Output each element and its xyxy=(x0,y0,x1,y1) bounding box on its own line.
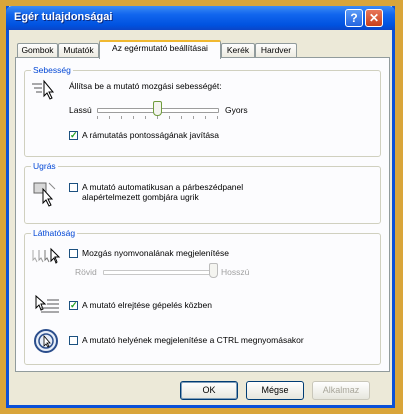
hide-pointer-icon xyxy=(35,294,59,313)
mouse-properties-dialog: Egér tulajdonságai ? ✕ Gombok Mutatók Az… xyxy=(6,6,395,408)
title-bar[interactable]: Egér tulajdonságai ? ✕ xyxy=(6,6,395,30)
trails-slider-track xyxy=(103,270,215,275)
slider-tick xyxy=(181,116,182,119)
tab-pointer-options[interactable]: Az egérmutató beállításai xyxy=(99,40,221,59)
hide-while-typing-label[interactable]: A mutató elrejtése gépelés közben xyxy=(82,300,212,310)
pointer-trails-icon xyxy=(32,247,61,264)
ctrl-location-label[interactable]: A mutató helyének megjelenítése a CTRL m… xyxy=(82,335,304,345)
speed-group: Sebesség Állítsa be a mutató mozgási seb… xyxy=(24,65,381,157)
ctrl-location-checkbox[interactable]: ✓ xyxy=(69,336,78,345)
snap-group: Ugrás ✓ A mutató automatikusan a párbesz… xyxy=(24,161,381,224)
speed-slow-label: Lassú xyxy=(69,105,92,115)
slider-tick xyxy=(169,116,170,119)
slider-tick xyxy=(121,116,122,119)
trails-slider-thumb xyxy=(209,263,218,278)
trails-short-label: Rövid xyxy=(75,267,97,277)
tab-hardware[interactable]: Hardver xyxy=(255,43,297,58)
visibility-group: Láthatóság ✓ Mozgás nyomvonalának megjel… xyxy=(24,228,381,365)
cancel-button[interactable]: Mégse xyxy=(246,381,304,400)
slider-tick xyxy=(217,116,218,119)
slider-tick xyxy=(109,116,110,119)
checkmark-icon: ✓ xyxy=(70,300,78,310)
trails-long-label: Hosszú xyxy=(221,267,250,277)
precision-label[interactable]: A rámutatás pontosságának javítása xyxy=(82,130,219,140)
tab-wheel[interactable]: Kerék xyxy=(221,43,255,58)
ok-button[interactable]: OK xyxy=(180,381,238,400)
apply-button[interactable]: Alkalmaz xyxy=(312,381,370,400)
trails-checkbox[interactable]: ✓ xyxy=(69,249,78,258)
precision-checkbox[interactable]: ✓ xyxy=(69,131,78,140)
tab-strip: Gombok Mutatók Az egérmutató beállításai… xyxy=(15,40,390,59)
slider-tick xyxy=(145,116,146,119)
tab-pointers[interactable]: Mutatók xyxy=(58,43,99,58)
window-title: Egér tulajdonságai xyxy=(14,11,113,23)
snap-group-title: Ugrás xyxy=(31,161,58,171)
visibility-group-title: Láthatóság xyxy=(31,228,78,238)
pointer-speed-icon xyxy=(32,79,55,100)
snap-label-line1[interactable]: A mutató automatikusan a párbeszédpanel xyxy=(82,182,243,192)
tab-buttons[interactable]: Gombok xyxy=(17,43,58,58)
help-icon[interactable]: ? xyxy=(345,9,363,27)
trails-label[interactable]: Mozgás nyomvonalának megjelenítése xyxy=(82,248,229,258)
tab-panel: Sebesség Állítsa be a mutató mozgási seb… xyxy=(15,57,390,372)
snap-checkbox[interactable]: ✓ xyxy=(69,183,78,192)
checkmark-icon: ✓ xyxy=(70,130,78,140)
hide-while-typing-checkbox[interactable]: ✓ xyxy=(69,301,78,310)
slider-tick xyxy=(205,116,206,119)
snap-to-default-icon xyxy=(33,182,56,207)
speed-fast-label: Gyors xyxy=(225,105,248,115)
speed-instruction: Állítsa be a mutató mozgási sebességét: xyxy=(69,81,222,91)
slider-tick xyxy=(157,116,158,119)
snap-label-line2[interactable]: alapértelmezett gombjára ugrik xyxy=(82,192,199,202)
slider-tick xyxy=(97,116,98,119)
speed-group-title: Sebesség xyxy=(31,65,73,75)
slider-tick xyxy=(133,116,134,119)
show-location-icon xyxy=(34,329,58,353)
speed-slider-thumb[interactable] xyxy=(153,101,162,116)
slider-tick xyxy=(193,116,194,119)
close-icon[interactable]: ✕ xyxy=(365,9,383,27)
